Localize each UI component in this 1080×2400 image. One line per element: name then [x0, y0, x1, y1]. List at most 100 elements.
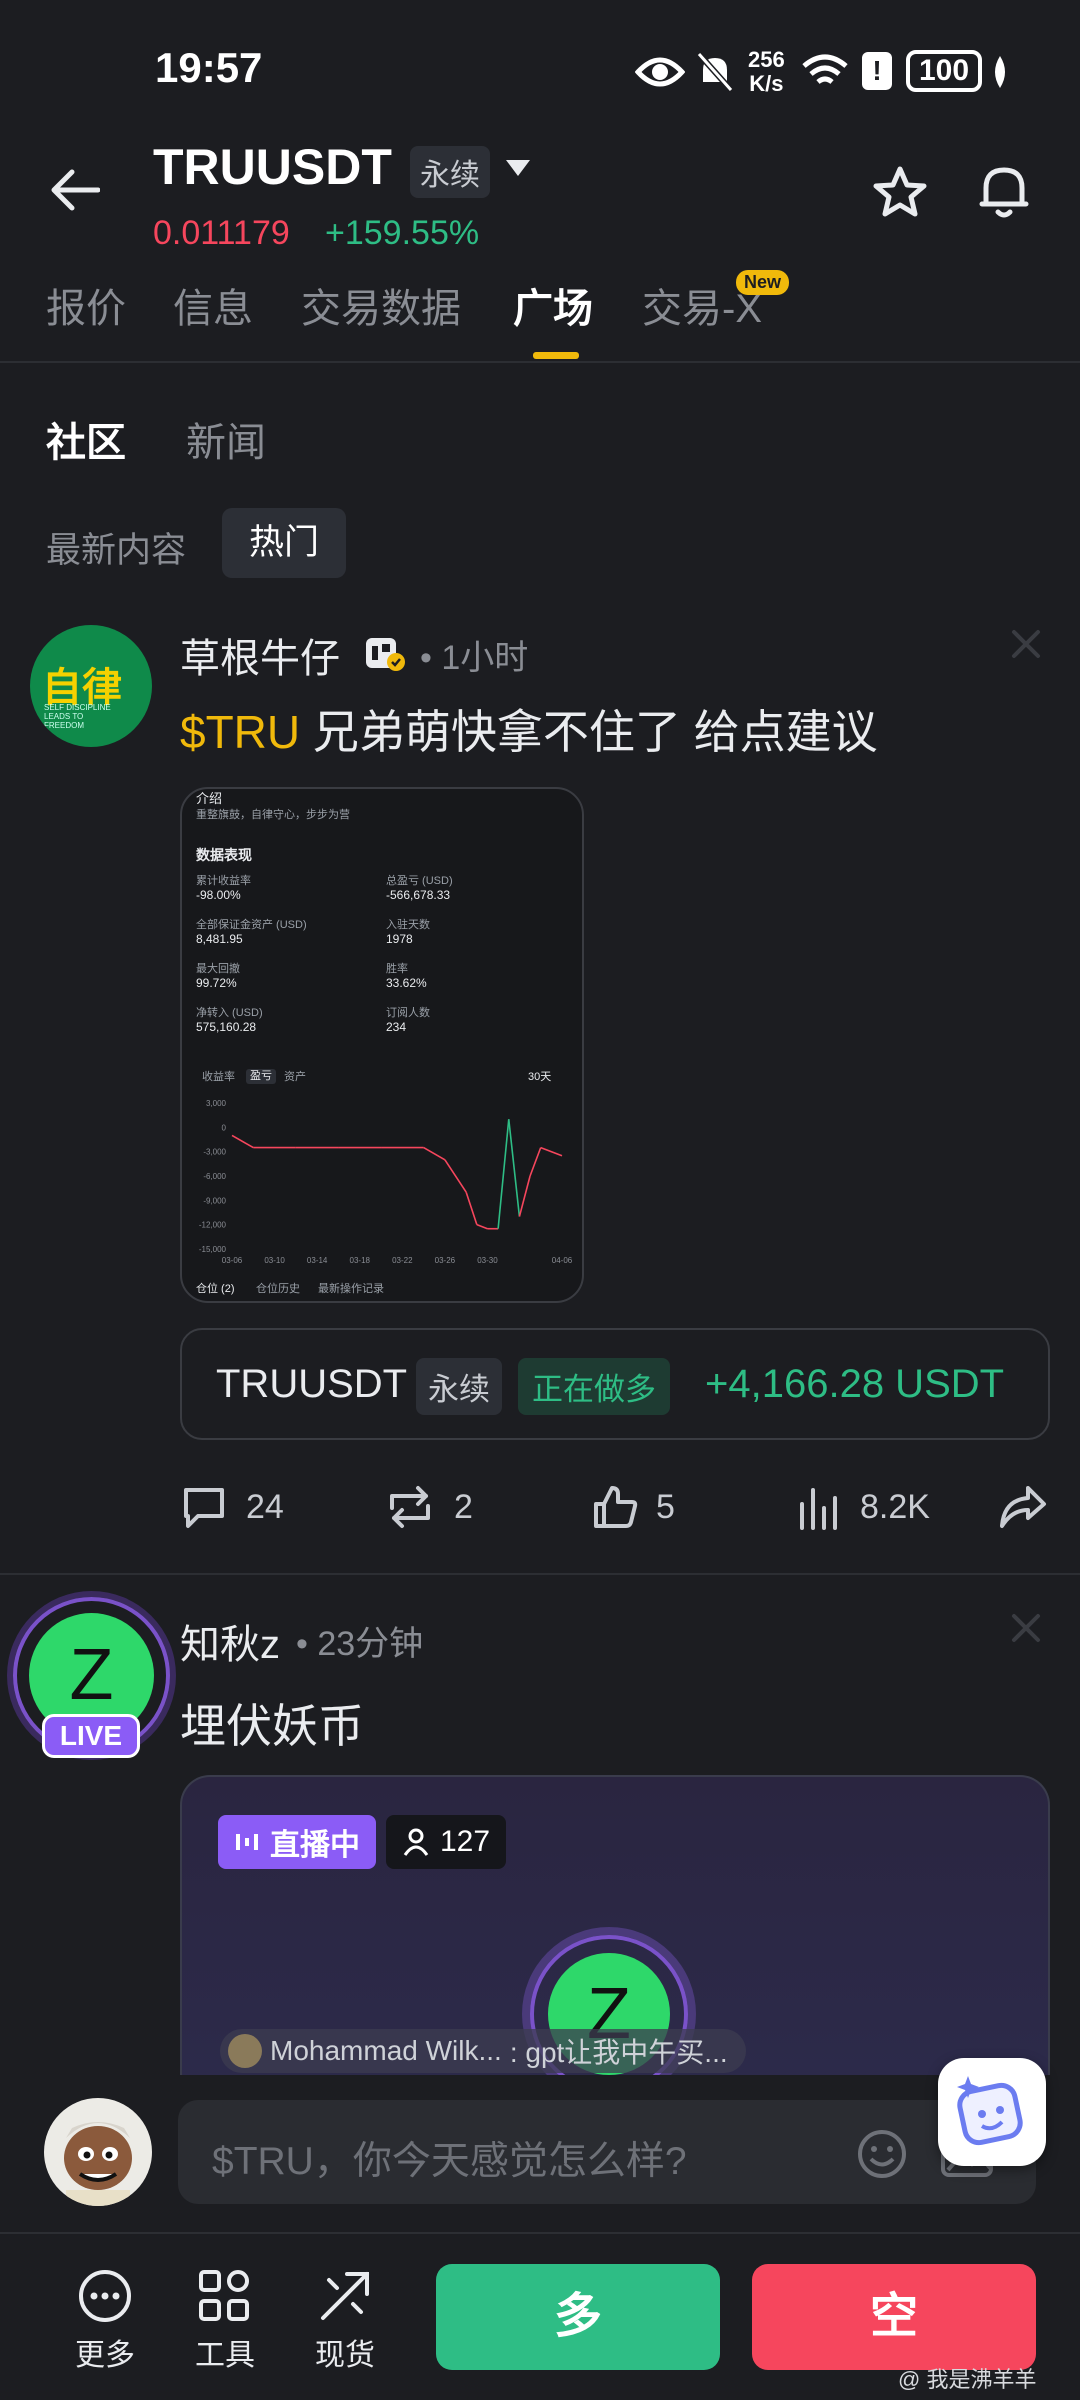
nav-spot[interactable]: 现货: [310, 2268, 380, 2374]
img-range: 30天: [528, 1071, 552, 1083]
x-tick-label: 03-26: [435, 1256, 456, 1265]
bell-muted-icon: [695, 50, 735, 94]
nav-tools[interactable]: 工具: [190, 2268, 260, 2374]
live-stream-card[interactable]: 直播中 127 Z Mohammad Wilk...: gpt让我中午买...: [180, 1775, 1050, 2075]
emoji-icon[interactable]: [856, 2128, 908, 2180]
short-button[interactable]: 空: [752, 2264, 1036, 2370]
img-stat-1: 总盈亏 (USD) -566,678.33: [386, 875, 453, 902]
tab-active-indicator: [533, 352, 579, 359]
post1-time: • 1小时: [420, 639, 529, 677]
post1-avatar-sub: SELF DISCIPLINE LEADS TO FREEDOM: [44, 703, 111, 730]
img-stat-label: 订阅人数: [386, 1007, 430, 1019]
nav-more[interactable]: 更多: [70, 2268, 140, 2374]
like-count: 5: [656, 1487, 675, 1526]
watermark: @ 我是沸羊羊: [898, 2367, 1037, 2392]
composer-placeholder: $TRU，你今天感觉怎么样?: [212, 2140, 687, 2183]
tab-trading-data[interactable]: 交易数据: [301, 276, 461, 334]
position-type: 永续: [416, 1358, 502, 1415]
comment-button[interactable]: 24: [180, 1484, 284, 1530]
user-avatar[interactable]: [44, 2098, 152, 2206]
status-time: 19:57: [155, 44, 263, 91]
img-stat-value: 8,481.95: [196, 932, 243, 947]
viewer-count: 127: [440, 1825, 491, 1858]
post1-author[interactable]: 草根牛仔: [180, 626, 340, 684]
img-section-title: 数据表现: [196, 847, 252, 863]
nav-spot-label: 现货: [315, 2339, 375, 2372]
x-tick-label: 03-06: [222, 1256, 243, 1265]
back-button[interactable]: [48, 168, 100, 212]
img-stat-value: 33.62%: [386, 976, 427, 991]
img-stat-label: 累计收益率: [196, 875, 251, 887]
series-line-segment: [518, 1175, 531, 1217]
position-pnl: +4,166.28 USDT: [705, 1362, 1005, 1406]
img-stat-6: 净转入 (USD) 575,160.28: [196, 1007, 263, 1034]
symbol-title[interactable]: TRUUSDT: [153, 138, 392, 196]
ai-assistant-button[interactable]: [938, 2058, 1046, 2166]
tab-quote[interactable]: 报价: [46, 276, 126, 334]
live-bars-icon: [236, 1834, 258, 1850]
post1-ticker[interactable]: $TRU: [180, 706, 300, 758]
status-bar: 19:57 256 K/s ! 100: [0, 0, 1080, 130]
post2-title[interactable]: 埋伏妖币: [180, 1690, 364, 1756]
series-line-segment: [497, 1119, 510, 1229]
y-tick-label: 0: [222, 1123, 227, 1132]
wifi-icon: [800, 52, 850, 92]
star-icon[interactable]: [873, 166, 927, 218]
x-tick-label: 03-22: [392, 1256, 413, 1265]
last-price: 0.011179: [153, 214, 290, 252]
views-button[interactable]: 8.2K: [796, 1484, 930, 1530]
filter-latest[interactable]: 最新内容: [46, 522, 186, 573]
series-line-segment: [423, 1146, 446, 1161]
eye-icon: [635, 52, 685, 92]
net-speed: 256 K/s: [748, 48, 785, 96]
post1-time-value: 1小时: [441, 639, 529, 677]
ai-face-icon: [957, 2076, 1023, 2146]
live-chat-message: Mohammad Wilk...: gpt让我中午买...: [220, 2029, 746, 2073]
post2-time: • 23分钟: [296, 1625, 424, 1663]
x-tick-label: 03-10: [264, 1256, 285, 1265]
bar-chart-icon: [800, 1488, 837, 1530]
alert-icon: !: [862, 52, 892, 90]
x-tick-label: 03-30: [477, 1256, 498, 1265]
tab-info[interactable]: 信息: [173, 276, 253, 334]
bell-icon[interactable]: [978, 162, 1030, 220]
y-tick-label: -9,000: [203, 1196, 226, 1205]
comment-icon: [184, 1488, 224, 1528]
filter-hot[interactable]: 热门: [222, 508, 346, 578]
y-tick-label: -3,000: [203, 1148, 226, 1157]
price-change: +159.55%: [325, 214, 480, 252]
spot-arrows-icon: [321, 2272, 369, 2320]
views-count: 8.2K: [860, 1487, 930, 1526]
post2-close-icon[interactable]: [1010, 1612, 1042, 1644]
img-chart-tab-1: 盈亏: [246, 1069, 276, 1085]
y-tick-label: -6,000: [203, 1172, 226, 1181]
series-line-segment: [540, 1146, 563, 1157]
verified-icon: [364, 634, 406, 674]
position-card[interactable]: TRUUSDT 永续 正在做多 +4,166.28 USDT: [180, 1328, 1050, 1440]
chat-text: : gpt让我中午买...: [509, 2037, 728, 2068]
chevron-down-icon[interactable]: [504, 158, 532, 178]
post1-image[interactable]: 介绍 重整旗鼓，自律守心，步步为营 数据表现 累计收益率 -98.00% 总盈亏…: [180, 787, 584, 1303]
img-stat-label: 全部保证金资产 (USD): [196, 919, 307, 931]
post2-author[interactable]: 知秋z: [180, 1612, 280, 1670]
share-icon[interactable]: [998, 1484, 1048, 1530]
composer-input[interactable]: $TRU，你今天感觉怎么样?: [178, 2100, 1036, 2204]
img-stat-2: 全部保证金资产 (USD) 8,481.95: [196, 919, 307, 946]
contract-type-badge: 永续: [410, 146, 490, 198]
img-stat-4: 最大回撤 99.72%: [196, 963, 240, 990]
long-button[interactable]: 多: [436, 2264, 720, 2370]
like-button[interactable]: 5: [592, 1484, 675, 1530]
subtab-community[interactable]: 社区: [46, 410, 126, 468]
repost-button[interactable]: 2: [384, 1484, 473, 1530]
img-footer-tab-1: 仓位历史: [256, 1283, 300, 1295]
post1-avatar[interactable]: 自律 SELF DISCIPLINE LEADS TO FREEDOM: [30, 625, 152, 747]
img-stat-value: -566,678.33: [386, 888, 451, 903]
comment-count: 24: [246, 1487, 284, 1526]
series-line-segment: [529, 1147, 542, 1177]
img-chart-tab-2: 资产: [284, 1071, 306, 1083]
post-divider: [0, 1573, 1080, 1575]
post1-close-icon[interactable]: [1010, 628, 1042, 660]
subtab-news[interactable]: 新闻: [186, 410, 266, 468]
tab-square[interactable]: 广场: [513, 276, 593, 334]
post1-title[interactable]: $TRU 兄弟萌快拿不住了 给点建议: [180, 696, 878, 762]
